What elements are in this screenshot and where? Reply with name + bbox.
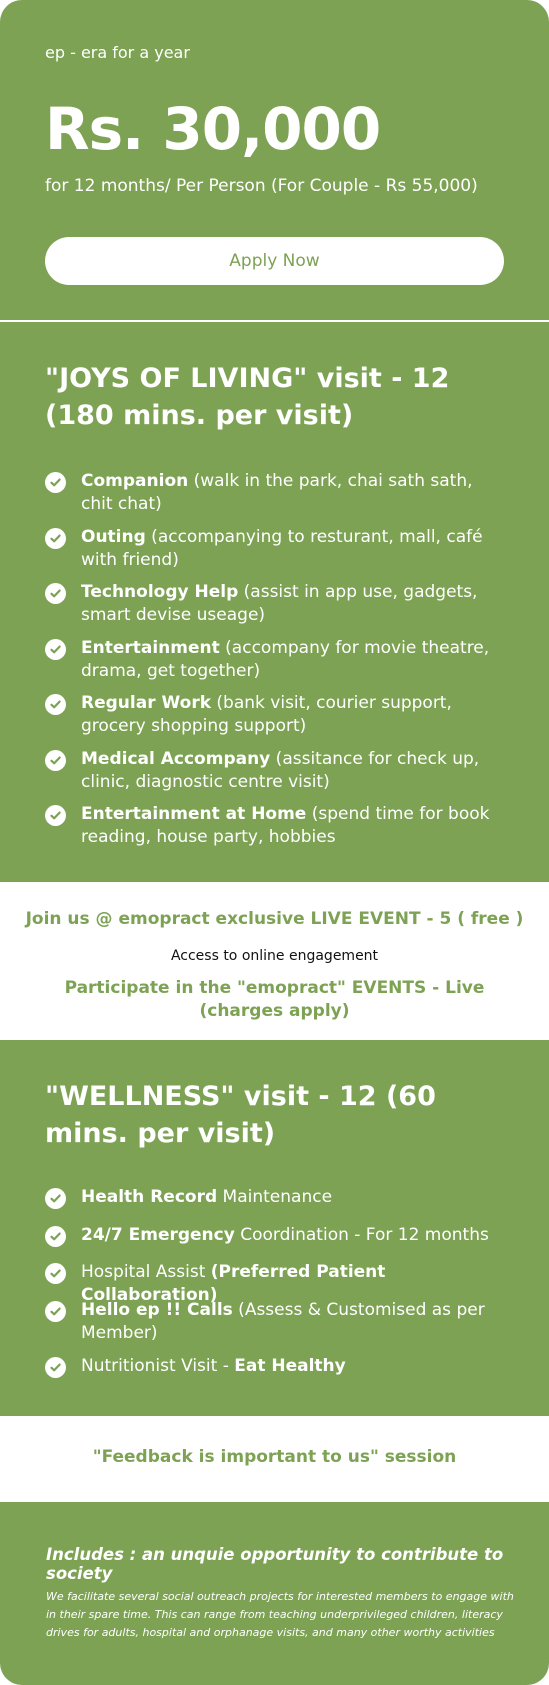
joys-of-living-section: "JOYS OF LIVING" visit - 12 (180 mins. p… — [0, 322, 549, 882]
plan-price-subtitle: for 12 months/ Per Person (For Couple - … — [45, 176, 478, 196]
check-circle-icon — [45, 1225, 66, 1247]
feature-bold-label: Companion — [81, 471, 189, 491]
feature-prefix: Nutritionist Visit - — [81, 1355, 235, 1376]
check-circle-icon — [45, 1300, 66, 1322]
feature-text: Coordination - For 12 months — [234, 1224, 489, 1245]
list-item: Hello ep !! Calls (Assess & Customised a… — [45, 1299, 505, 1355]
list-item: Companion (walk in the park, chai sath s… — [45, 470, 505, 526]
check-circle-icon — [45, 583, 66, 604]
check-circle-icon — [45, 472, 66, 493]
list-item: Medical Accompany (assitance for check u… — [45, 748, 505, 804]
feature-bold-label: Health Record — [81, 1187, 218, 1207]
list-item: Entertainment (accompany for movie theat… — [45, 637, 505, 693]
feature-bold-label: Hello ep !! Calls — [81, 1299, 233, 1320]
list-item: Nutritionist Visit - Eat Healthy — [45, 1355, 505, 1393]
check-circle-icon — [45, 805, 66, 826]
live-event-participate: Participate in the "emopract" EVENTS - L… — [64, 978, 485, 1021]
feature-bold-label: Regular Work — [81, 693, 212, 713]
live-event-title: Join us @ emopract exclusive LIVE EVENT … — [25, 909, 524, 929]
includes-section: Includes : an unquie opportunity to cont… — [0, 1502, 549, 1685]
feature-bold-label: Outing — [81, 526, 146, 547]
feature-prefix: Hospital Assist — [81, 1262, 211, 1282]
includes-title: Includes : an unquie opportunity to cont… — [46, 1545, 504, 1583]
feature-bold-label: Technology Help — [81, 582, 239, 602]
list-item: 24/7 Emergency Coordination - For 12 mon… — [45, 1224, 505, 1262]
joys-feature-list: Companion (walk in the park, chai sath s… — [45, 470, 505, 859]
feedback-section: "Feedback is important to us" session — [0, 1416, 549, 1502]
list-item: Technology Help (assist in app use, gadg… — [45, 581, 505, 637]
check-circle-icon — [45, 527, 66, 549]
check-circle-icon — [45, 638, 66, 660]
wellness-feature-list: Health Record Maintenance 24/7 Emergency… — [45, 1186, 505, 1392]
live-event-section: Join us @ emopract exclusive LIVE EVENT … — [0, 882, 549, 1040]
check-circle-icon — [45, 1356, 66, 1378]
includes-description: We facilitate several social outreach pr… — [46, 1590, 514, 1639]
joys-section-title: "JOYS OF LIVING" visit - 12 (180 mins. p… — [45, 363, 450, 431]
list-item: Health Record Maintenance — [45, 1186, 505, 1224]
plan-price: Rs. 30,000 — [45, 95, 381, 163]
list-item: Regular Work (bank visit, courier suppor… — [45, 692, 505, 748]
feature-bold-label: Medical Accompany — [81, 748, 271, 769]
feature-bold-label: Entertainment — [81, 637, 220, 658]
live-event-subtitle: Access to online engagement — [170, 948, 379, 964]
check-circle-icon — [45, 694, 66, 715]
feedback-session-label: "Feedback is important to us" session — [92, 1447, 457, 1467]
list-item: Entertainment at Home (spend time for bo… — [45, 803, 505, 859]
list-item: Outing (accompanying to resturant, mall,… — [45, 526, 505, 582]
list-item: Hospital Assist (Preferred Patient Colla… — [45, 1261, 505, 1305]
plan-card: ep - era for a year Rs. 30,000 for 12 mo… — [0, 0, 549, 1685]
wellness-section: "WELLNESS" visit - 12 (60 mins. per visi… — [0, 1040, 549, 1416]
feature-bold-label: 24/7 Emergency — [81, 1224, 235, 1245]
feature-bold-label: Eat Healthy — [234, 1355, 346, 1376]
check-circle-icon — [45, 749, 66, 771]
apply-now-button[interactable]: Apply Now — [45, 237, 504, 285]
feature-bold-label: Entertainment at Home — [81, 804, 307, 824]
feature-text: Maintenance — [217, 1187, 333, 1207]
check-circle-icon — [45, 1188, 66, 1209]
wellness-section-title: "WELLNESS" visit - 12 (60 mins. per visi… — [45, 1081, 436, 1149]
plan-header: ep - era for a year Rs. 30,000 for 12 mo… — [0, 0, 549, 320]
plan-eyebrow: ep - era for a year — [45, 43, 190, 62]
check-circle-icon — [45, 1263, 66, 1284]
